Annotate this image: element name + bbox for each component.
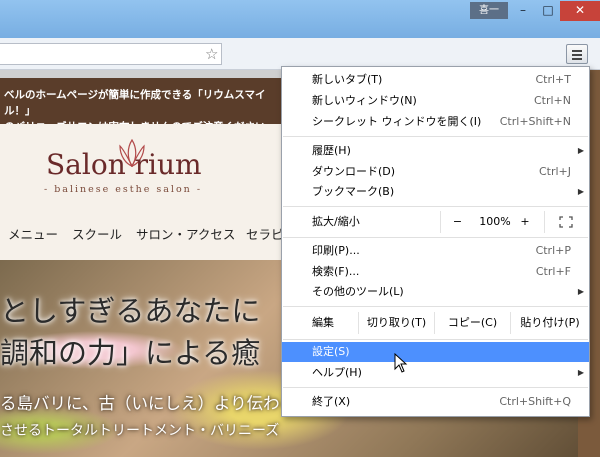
zoom-label: 拡大/縮小	[312, 215, 360, 228]
hero-text: させるトータルトリートメント・バリニーズ	[0, 423, 280, 439]
menu-item-shortcut: Ctrl+Shift+N	[499, 115, 571, 128]
menu-item-settings[interactable]: 設定(S)	[282, 342, 589, 362]
menu-item-print[interactable]: 印刷(P)... Ctrl+P	[282, 241, 589, 261]
chrome-menu: 新しいタブ(T) Ctrl+T 新しいウィンドウ(N) Ctrl+N シークレッ…	[281, 66, 590, 417]
menu-item-history[interactable]: 履歴(H) ▶	[282, 141, 589, 161]
menu-item-find[interactable]: 検索(F)... Ctrl+F	[282, 262, 589, 282]
menu-item-label: 検索(F)...	[312, 265, 360, 278]
menu-item-more-tools[interactable]: その他のツール(L) ▶	[282, 282, 589, 302]
menu-item-incognito[interactable]: シークレット ウィンドウを開く(I) Ctrl+Shift+N	[282, 112, 589, 132]
menu-separator	[283, 339, 588, 340]
site-logo[interactable]: Salon rium	[46, 148, 202, 181]
page-top-strip	[0, 70, 285, 78]
edit-label: 編集	[312, 316, 334, 329]
paste-button[interactable]: 貼り付け(P)	[510, 312, 589, 334]
nav-item-salon-access[interactable]: サロン・アクセス	[136, 224, 235, 243]
menu-bar-icon	[572, 58, 582, 60]
menu-item-label: ヘルプ(H)	[312, 366, 362, 379]
fullscreen-button[interactable]	[544, 211, 586, 233]
menu-separator	[283, 306, 588, 307]
nav-item-menu[interactable]: メニュー	[8, 224, 58, 243]
menu-separator	[283, 387, 588, 388]
menu-item-label: ダウンロード(D)	[312, 165, 396, 178]
menu-separator	[283, 237, 588, 238]
menu-separator	[283, 136, 588, 137]
mouse-cursor-icon	[394, 353, 408, 373]
menu-item-label: 終了(X)	[312, 395, 351, 408]
minimize-button[interactable]: –	[511, 1, 535, 21]
submenu-arrow-icon: ▶	[577, 187, 584, 196]
nav-item-school[interactable]: スクール	[72, 224, 122, 243]
zoom-in-button[interactable]: +	[508, 211, 542, 233]
submenu-arrow-icon: ▶	[577, 146, 584, 155]
menu-item-shortcut: Ctrl+J	[538, 165, 571, 178]
maximize-button[interactable]: □	[537, 1, 559, 21]
menu-item-label: 新しいタブ(T)	[312, 73, 383, 86]
menu-item-label: 履歴(H)	[312, 144, 351, 157]
banner-line: ベルのホームページが簡単に作成できる「リウムスマイル！」	[4, 89, 266, 117]
menu-item-shortcut: Ctrl+F	[535, 265, 571, 278]
cut-button[interactable]: 切り取り(T)	[358, 312, 434, 334]
submenu-arrow-icon: ▶	[577, 368, 584, 377]
site-logo-subtitle: - balinese esthe salon -	[44, 184, 203, 195]
site-nav: メニュー スクール サロン・アクセス セラピ	[0, 220, 285, 244]
menu-item-shortcut: Ctrl+T	[535, 73, 571, 86]
window-titlebar: 喜一 – □ ✕	[0, 0, 600, 38]
menu-edit-row: 編集 切り取り(T) コピー(C) 貼り付け(P)	[282, 308, 589, 338]
profile-badge[interactable]: 喜一	[470, 2, 508, 19]
menu-item-shortcut: Ctrl+N	[533, 94, 571, 107]
menu-item-label: 印刷(P)...	[312, 244, 360, 257]
copy-button[interactable]: コピー(C)	[434, 312, 510, 334]
address-bar[interactable]	[0, 43, 222, 65]
hero-text: る島バリに、古（いにしえ）より伝わる	[0, 394, 297, 413]
menu-item-shortcut: Ctrl+P	[535, 244, 571, 257]
notice-banner: ベルのホームページが簡単に作成できる「リウムスマイル！」 のバリニーズサロンは実…	[0, 78, 285, 133]
menu-item-new-tab[interactable]: 新しいタブ(T) Ctrl+T	[282, 70, 589, 90]
menu-bar-icon	[572, 50, 582, 52]
menu-item-label: シークレット ウィンドウを開く(I)	[312, 115, 482, 128]
menu-item-help[interactable]: ヘルプ(H) ▶	[282, 363, 589, 383]
menu-item-downloads[interactable]: ダウンロード(D) Ctrl+J	[282, 162, 589, 182]
hero-headline: としすぎるあなたに	[0, 294, 261, 328]
hero-headline: 調和の力」による癒	[0, 336, 261, 370]
chrome-menu-button[interactable]	[566, 44, 588, 64]
menu-bar-icon	[572, 54, 582, 56]
submenu-arrow-icon: ▶	[577, 287, 584, 296]
menu-item-new-window[interactable]: 新しいウィンドウ(N) Ctrl+N	[282, 91, 589, 111]
zoom-out-button[interactable]: −	[440, 211, 474, 233]
fullscreen-icon	[558, 216, 573, 228]
menu-item-exit[interactable]: 終了(X) Ctrl+Shift+Q	[282, 392, 589, 412]
close-button[interactable]: ✕	[560, 1, 600, 21]
menu-item-label: ブックマーク(B)	[312, 185, 395, 198]
menu-item-label: その他のツール(L)	[312, 285, 404, 298]
menu-item-label: 設定(S)	[312, 345, 350, 358]
nav-item-therapist[interactable]: セラピ	[246, 224, 284, 243]
menu-item-shortcut: Ctrl+Shift+Q	[499, 395, 571, 408]
menu-item-label: 新しいウィンドウ(N)	[312, 94, 417, 107]
bookmark-star-icon[interactable]: ☆	[205, 46, 218, 62]
menu-zoom-row: 拡大/縮小 − 100% +	[282, 207, 589, 237]
menu-item-bookmarks[interactable]: ブックマーク(B) ▶	[282, 182, 589, 202]
